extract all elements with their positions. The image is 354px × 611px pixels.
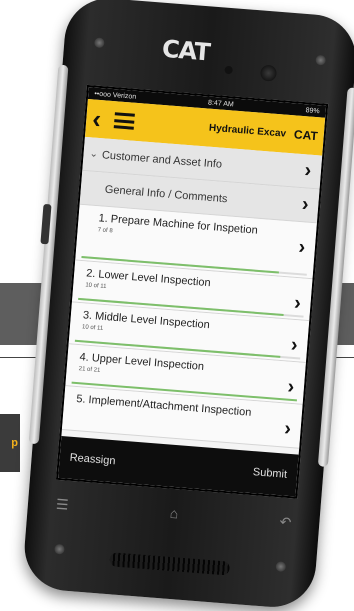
clock: 8:47 AM bbox=[207, 98, 234, 108]
carrier-label: ••ooo Verizon bbox=[94, 90, 137, 101]
section-label: Customer and Asset Info bbox=[101, 148, 223, 171]
chevron-right-icon: › bbox=[303, 159, 313, 182]
page-title: Hydraulic Excav bbox=[208, 122, 287, 140]
chevron-right-icon: › bbox=[283, 417, 292, 440]
chevron-right-icon: › bbox=[293, 291, 302, 315]
brand-logo: CAT bbox=[160, 34, 211, 67]
back-key-icon[interactable]: ↶ bbox=[279, 513, 292, 531]
back-icon[interactable]: ‹ bbox=[91, 103, 111, 135]
phone: CAT ••ooo Verizon 8:47 AM 89% ‹ Hydrauli… bbox=[21, 0, 354, 611]
section-label: General Info / Comments bbox=[104, 183, 228, 205]
reassign-button[interactable]: Reassign bbox=[69, 452, 116, 468]
submit-button[interactable]: Submit bbox=[252, 466, 287, 481]
brand-logo-small: CAT bbox=[293, 127, 319, 144]
background-tag: p bbox=[0, 414, 20, 472]
chevron-right-icon: › bbox=[286, 375, 296, 399]
collapse-icon: ⌄ bbox=[89, 148, 99, 160]
chevron-right-icon: › bbox=[301, 193, 310, 216]
chevron-right-icon: › bbox=[297, 236, 307, 259]
hamburger-menu-icon[interactable] bbox=[113, 112, 135, 130]
battery-label: 89% bbox=[305, 106, 320, 115]
home-key-icon[interactable]: ⌂ bbox=[169, 505, 179, 523]
screen: ••ooo Verizon 8:47 AM 89% ‹ Hydraulic Ex… bbox=[55, 84, 329, 499]
menu-key-icon[interactable]: ☰ bbox=[55, 496, 69, 514]
chevron-right-icon: › bbox=[290, 333, 299, 357]
